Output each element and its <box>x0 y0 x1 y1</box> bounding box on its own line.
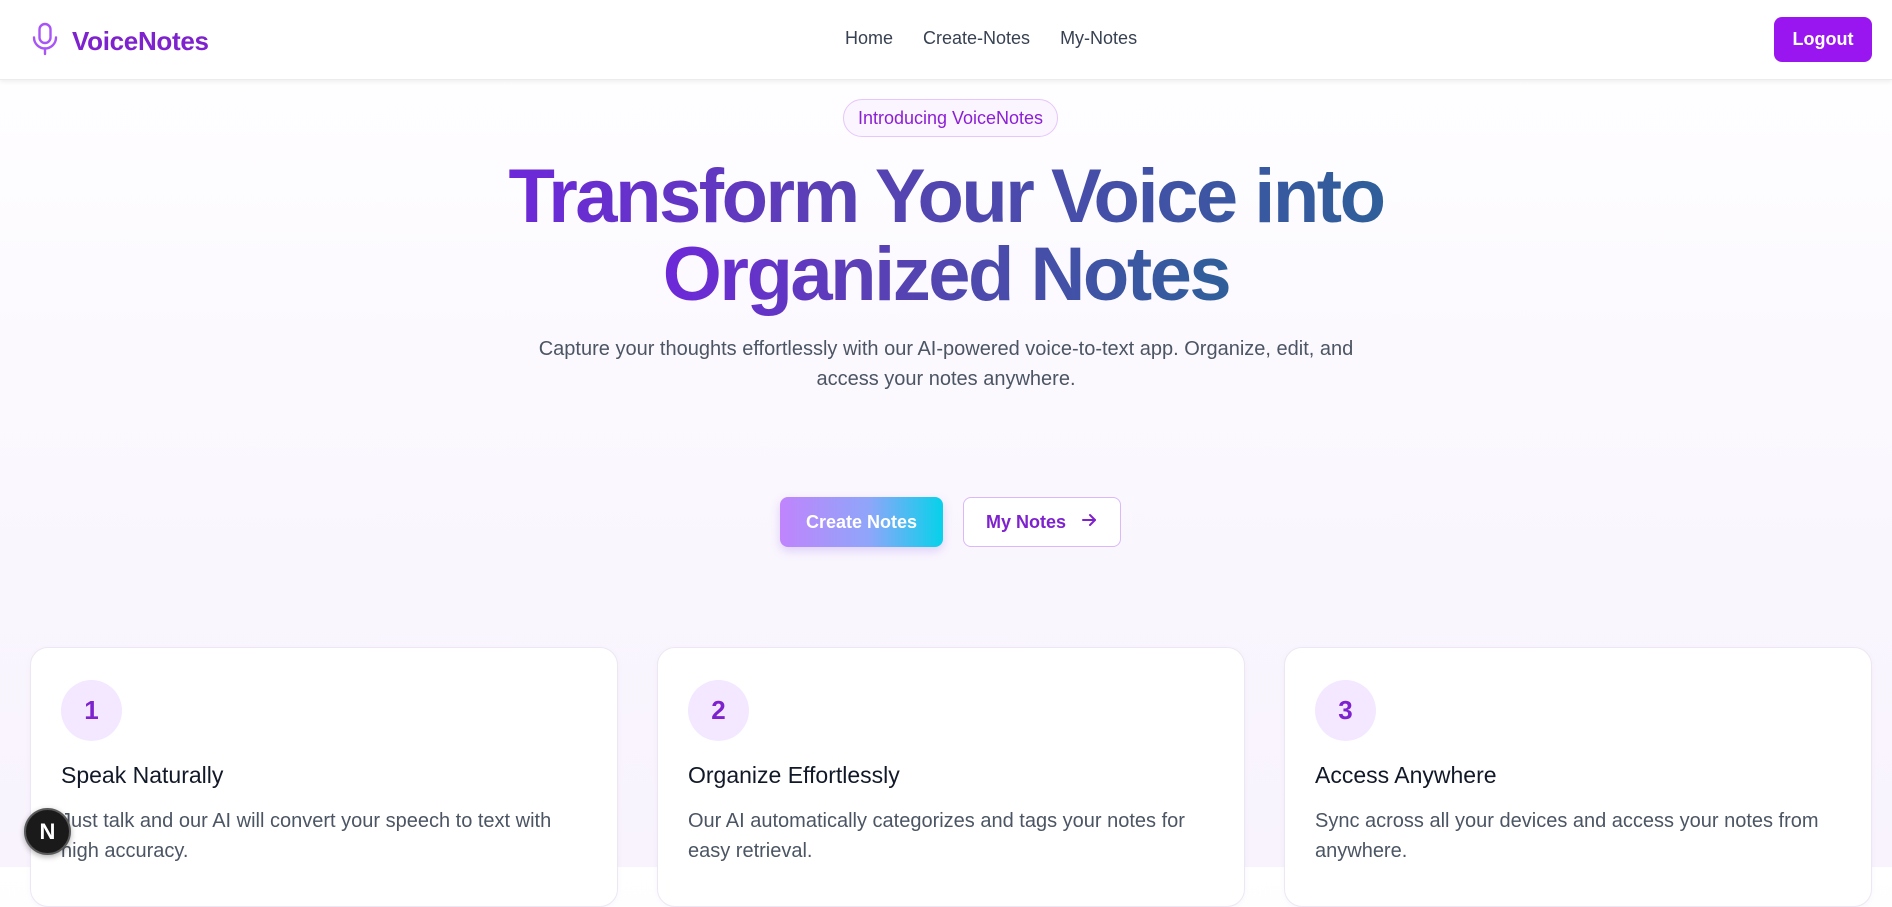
headline-line-1: Transform Your Voice into <box>508 154 1387 239</box>
my-notes-button-label: My Notes <box>985 511 1066 532</box>
feature-description: Our AI automatically categorizes and tag… <box>688 810 1185 862</box>
hero-subtitle: Capture your thoughts effortlessly with … <box>538 338 1354 390</box>
nav-link-create-notes[interactable]: Create-Notes <box>923 28 1030 49</box>
brand-logo-link[interactable]: VoiceNotes <box>30 22 209 61</box>
my-notes-button[interactable]: My Notes <box>963 497 1121 547</box>
main-nav: Home Create-Notes My-Notes <box>845 28 1137 49</box>
hero-headline: Transform Your Voice into Organized Note… <box>0 158 1892 314</box>
headline-line-2: Organized Notes <box>662 232 1232 317</box>
nav-link-home[interactable]: Home <box>845 28 893 49</box>
intro-badge: Introducing VoiceNotes <box>843 99 1058 137</box>
feature-number: 2 <box>688 680 749 741</box>
feature-title: Access Anywhere <box>1315 762 1497 788</box>
feature-description: Sync across all your devices and access … <box>1315 810 1819 862</box>
feature-description: Just talk and our AI will convert your s… <box>61 810 552 862</box>
dev-indicator-letter: N <box>39 818 56 844</box>
nav-link-my-notes[interactable]: My-Notes <box>1060 28 1137 49</box>
feature-number: 1 <box>61 680 122 741</box>
brand-name: VoiceNotes <box>72 26 209 56</box>
feature-number: 3 <box>1315 680 1376 741</box>
create-notes-button[interactable]: Create Notes <box>780 497 943 547</box>
feature-title: Speak Naturally <box>61 762 224 788</box>
microphone-icon <box>30 22 60 61</box>
feature-card-organize: 2 Organize Effortlessly Our AI automatic… <box>657 647 1245 907</box>
dev-indicator-button[interactable]: N <box>24 808 71 855</box>
logout-button[interactable]: Logout <box>1774 17 1872 62</box>
feature-title: Organize Effortlessly <box>688 762 900 788</box>
arrow-right-icon <box>1080 511 1098 534</box>
top-navbar: VoiceNotes Home Create-Notes My-Notes Lo… <box>0 0 1892 80</box>
feature-card-access: 3 Access Anywhere Sync across all your d… <box>1284 647 1872 907</box>
feature-card-speak: 1 Speak Naturally Just talk and our AI w… <box>30 647 618 907</box>
